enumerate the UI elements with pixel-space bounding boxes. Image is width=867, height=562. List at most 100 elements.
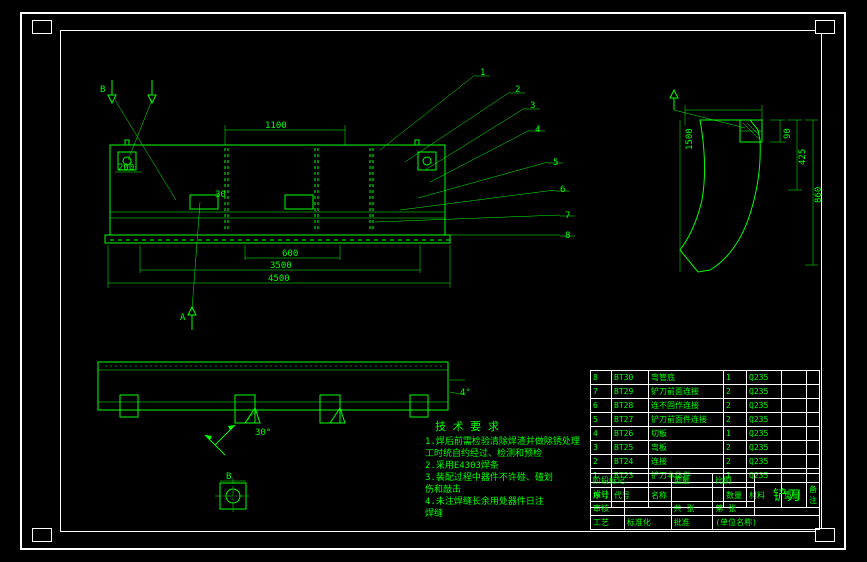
bom-row: 8BT30弯管底1Q235 bbox=[591, 371, 820, 385]
bom-cell-qty: 1 bbox=[724, 427, 747, 441]
bom-cell-note bbox=[807, 427, 820, 441]
bom-cell-wt bbox=[782, 385, 807, 399]
section-mark-b: B bbox=[100, 85, 105, 95]
dim-angle4: 4° bbox=[460, 388, 471, 398]
bom-cell-wt bbox=[782, 371, 807, 385]
tech-req-line: 3.装配过程中器件不许碰、磕划 bbox=[425, 471, 553, 483]
tb-check: 审核 bbox=[591, 502, 625, 516]
bom-cell-qty: 2 bbox=[724, 399, 747, 413]
tech-req-line: 2.采用E4303焊条 bbox=[425, 459, 499, 471]
bom-cell-code: BT30 bbox=[612, 371, 649, 385]
dim-425: 425 bbox=[798, 149, 808, 165]
bom-cell-code: BT29 bbox=[612, 385, 649, 399]
tb-scale: 比例 bbox=[713, 474, 755, 488]
bom-cell-qty: 2 bbox=[724, 385, 747, 399]
dim-4500: 4500 bbox=[268, 274, 290, 284]
bom-cell-no: 2 bbox=[591, 455, 612, 469]
tech-req-line: 工时统自约经过、检测和预检 bbox=[425, 447, 542, 459]
dim-90: 90 bbox=[783, 128, 793, 139]
dim-angle30: 30° bbox=[255, 428, 271, 438]
front-view: 200 30 bbox=[105, 140, 450, 243]
bom-cell-code: BT25 bbox=[612, 441, 649, 455]
tech-req-line: 伤和敲击 bbox=[425, 483, 461, 495]
bom-cell-wt bbox=[782, 455, 807, 469]
bom-cell-qty: 2 bbox=[724, 441, 747, 455]
bom-cell-note bbox=[807, 413, 820, 427]
dim-200: 200 bbox=[118, 163, 134, 173]
dim-1100: 1100 bbox=[265, 121, 287, 131]
bom-cell-mat: Q235 bbox=[747, 385, 782, 399]
bom-cell-wt bbox=[782, 427, 807, 441]
bom-cell-code: BT24 bbox=[612, 455, 649, 469]
bom-cell-wt bbox=[782, 413, 807, 427]
balloon-4: 4 bbox=[535, 125, 540, 135]
bom-cell-code: BT27 bbox=[612, 413, 649, 427]
bom-cell-mat: Q235 bbox=[747, 455, 782, 469]
tech-req-line: 4.未注焊缝长余用处器件日注 bbox=[425, 495, 544, 507]
bom-cell-no: 4 bbox=[591, 427, 612, 441]
plan-view: 30° 4° bbox=[98, 362, 471, 455]
balloon-6: 6 bbox=[560, 185, 565, 195]
dim-30: 30 bbox=[215, 190, 226, 200]
tb-sheet: 共 张 bbox=[671, 502, 713, 516]
tb-proc: 工艺 bbox=[591, 516, 625, 530]
leader-lines: 1 2 3 4 5 6 7 8 bbox=[360, 68, 575, 241]
bom-row: 6BT28连不固作连接2Q235 bbox=[591, 399, 820, 413]
bom-cell-note bbox=[807, 455, 820, 469]
balloon-1: 1 bbox=[480, 68, 485, 78]
bom-cell-mat: Q235 bbox=[747, 399, 782, 413]
side-view: 90 425 860 1500 bbox=[670, 90, 824, 272]
bom-cell-code: BT26 bbox=[612, 427, 649, 441]
bom-cell-mat: Q235 bbox=[747, 441, 782, 455]
tb-stage: 阶段标记 bbox=[591, 474, 672, 488]
bom-cell-no: 5 bbox=[591, 413, 612, 427]
bom-cell-qty: 2 bbox=[724, 455, 747, 469]
bom-cell-note bbox=[807, 441, 820, 455]
bom-cell-mat: Q235 bbox=[747, 427, 782, 441]
bom-cell-name: 铲刀前面件连接 bbox=[649, 413, 724, 427]
tb-dept: (单位名称) bbox=[713, 516, 820, 530]
detail-label-b: B bbox=[226, 472, 231, 482]
dim-600: 600 bbox=[282, 249, 298, 259]
tech-req-line: 焊缝 bbox=[425, 507, 443, 519]
bom-cell-note bbox=[807, 399, 820, 413]
bom-row: 5BT27铲刀前面件连接2Q235 bbox=[591, 413, 820, 427]
bom-cell-qty: 2 bbox=[724, 413, 747, 427]
bom-cell-name: 铲刀前面连接 bbox=[649, 385, 724, 399]
tb-drawn: 设计 bbox=[591, 488, 625, 502]
title-block: 阶段标记 重量 比例 铲刀 设计 审核 共 张 第 张 工艺 标准化 批准 (单… bbox=[590, 473, 820, 530]
tb-std: 标准化 bbox=[624, 516, 671, 530]
bom-cell-note bbox=[807, 371, 820, 385]
tb-sheetof: 第 张 bbox=[713, 502, 755, 516]
bom-cell-name: 连接 bbox=[649, 455, 724, 469]
bom-cell-name: 切板 bbox=[649, 427, 724, 441]
detail-b: B bbox=[215, 472, 251, 513]
bom-row: 3BT25弯板2Q235 bbox=[591, 441, 820, 455]
bom-cell-wt bbox=[782, 399, 807, 413]
bom-cell-wt bbox=[782, 441, 807, 455]
bom-row: 4BT26切板1Q235 bbox=[591, 427, 820, 441]
bom-cell-no: 6 bbox=[591, 399, 612, 413]
bom-cell-mat: Q235 bbox=[747, 371, 782, 385]
tech-requirements: 技 术 要 求 1.焊后前需检验清除焊渣并做除锈处理 工时统自约经过、检测和预检… bbox=[425, 420, 580, 519]
bom-row: 7BT29铲刀前面连接2Q235 bbox=[591, 385, 820, 399]
drawing-title: 铲刀 bbox=[755, 474, 820, 516]
section-marks-top: B A bbox=[100, 80, 200, 330]
bom-cell-code: BT28 bbox=[612, 399, 649, 413]
section-mark-a-lower: A bbox=[180, 313, 186, 323]
bom-cell-qty: 1 bbox=[724, 371, 747, 385]
dim-3500: 3500 bbox=[270, 261, 292, 271]
bottom-dimensions: 1100 600 3500 4500 bbox=[108, 121, 450, 288]
bom-cell-no: 7 bbox=[591, 385, 612, 399]
tech-req-line: 1.焊后前需检验清除焊渣并做除锈处理 bbox=[425, 435, 580, 447]
dim-1500: 1500 bbox=[685, 128, 695, 150]
tb-mass: 重量 bbox=[671, 474, 713, 488]
balloon-3: 3 bbox=[530, 101, 535, 111]
tb-appr: 批准 bbox=[671, 516, 713, 530]
dim-860: 860 bbox=[814, 187, 824, 203]
bom-cell-no: 8 bbox=[591, 371, 612, 385]
bom-cell-name: 连不固作连接 bbox=[649, 399, 724, 413]
bom-row: 2BT24连接2Q235 bbox=[591, 455, 820, 469]
bom-cell-no: 3 bbox=[591, 441, 612, 455]
tech-req-heading: 技 术 要 求 bbox=[435, 420, 499, 433]
